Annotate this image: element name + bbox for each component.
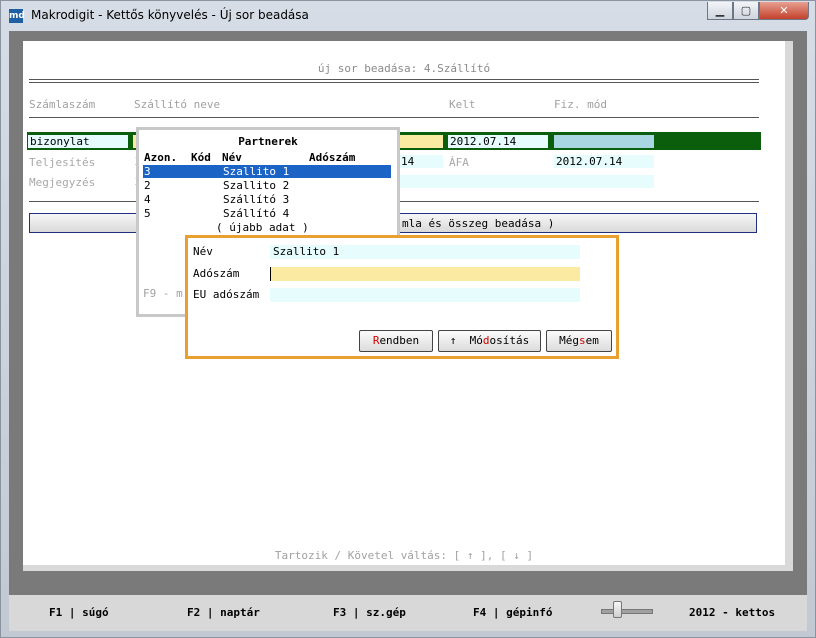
tetel-beadasa-label: mla és összeg beadása ) (402, 217, 555, 230)
afa-label: ÁFA (449, 156, 469, 169)
partner-azon: 3 (144, 165, 151, 178)
title-bar[interactable]: md Makrodigit - Kettős könyvelés - Új so… (1, 1, 815, 31)
divider (29, 79, 759, 80)
main-form: új sor beadása: 4.Szállító Számlaszám Sz… (23, 41, 793, 571)
app-icon: md (9, 9, 25, 23)
fiz-mod-field[interactable] (554, 135, 654, 148)
new-partner-item[interactable]: ( újabb adat ) (143, 221, 391, 234)
minimize-button[interactable]: ▁ (707, 2, 733, 20)
partner-nev: Szallito 2 (223, 179, 290, 192)
function-key-bar: F1 | súgó F2 | naptár F3 | sz.gép F4 | g… (9, 595, 807, 631)
col-nev: Név (222, 151, 242, 164)
new-partner-label: ( újabb adat ) (216, 221, 309, 234)
partner-nev: Szallito 1 (223, 165, 290, 178)
nev-input[interactable]: Szallito 1 (270, 245, 580, 259)
rendben-label: endben (379, 334, 420, 347)
divider (29, 117, 759, 118)
eu-adoszam-input[interactable] (270, 288, 580, 302)
partner-row[interactable]: 5 Szállító 4 (143, 207, 391, 220)
partner-azon: 5 (144, 207, 151, 220)
megsem-label-post: em (585, 334, 599, 347)
modositas-label-post: osítás (489, 334, 530, 347)
partners-title: Partnerek (238, 135, 298, 148)
window-title: Makrodigit - Kettős könyvelés - Új sor b… (31, 8, 309, 22)
footer-hint: Tartozik / Követel váltás: [ ↑ ], [ ↓ ] (274, 549, 534, 562)
partner-edit-dialog: Név Szallito 1 Adószám EU adószám Rendbe… (185, 235, 619, 359)
szamlaszam-field[interactable]: bizonylat (28, 135, 128, 148)
header-kelt: Kelt (449, 98, 476, 111)
close-button[interactable]: ✕ (759, 2, 809, 20)
megjegyzes-field[interactable] (399, 175, 654, 188)
client-area: új sor beadása: 4.Szállító Számlaszám Sz… (9, 31, 807, 595)
partner-row[interactable]: 3 Szallito 1 (142, 164, 392, 179)
adoszam-label: Adószám (193, 267, 240, 280)
modositas-button[interactable]: ↑ Módosítás (438, 330, 541, 352)
megsem-hotkey: s (579, 334, 586, 347)
partner-nev: Szállító 3 (223, 193, 290, 206)
header-szallito-neve: Szállító neve (134, 98, 221, 111)
kelt-field[interactable]: 2012.07.14 (448, 135, 548, 148)
partner-azon: 2 (144, 179, 151, 192)
afa-date-field[interactable]: 2012.07.14 (554, 155, 654, 168)
zoom-slider-thumb[interactable] (613, 601, 622, 618)
col-adoszam: Adószám (309, 151, 356, 164)
arrow-up-icon: ↑ (449, 334, 457, 347)
eu-adoszam-label: EU adószám (193, 288, 260, 301)
adoszam-input[interactable] (270, 267, 580, 281)
partner-row[interactable]: 4 Szállító 3 (143, 193, 391, 206)
f4-gepinfo-button[interactable]: F4 | gépinfó (473, 606, 552, 619)
app-window: md Makrodigit - Kettős könyvelés - Új so… (0, 0, 816, 638)
megsem-label-pre: Még (559, 334, 579, 347)
f1-sugo-button[interactable]: F1 | súgó (49, 606, 109, 619)
teljesites-label: Teljesítés (29, 156, 96, 169)
rendben-button[interactable]: Rendben (359, 330, 433, 352)
megjegyzes-label: Megjegyzés (29, 176, 96, 189)
nev-label: Név (193, 245, 213, 258)
header-szamlaszam: Számlaszám (29, 98, 96, 111)
maximize-button[interactable]: ▢ (733, 2, 759, 20)
teljesites-date-field[interactable]: 14 (399, 155, 443, 168)
status-label: 2012 - kettos (689, 606, 776, 619)
partners-hint-text: F9 - m (143, 287, 183, 300)
col-azon: Azon. (144, 151, 178, 164)
col-kod: Kód (191, 151, 211, 164)
header-fiz-mod: Fiz. mód (554, 98, 607, 111)
zoom-slider-track[interactable] (601, 609, 653, 614)
modositas-label-pre: Mó (469, 334, 483, 347)
f3-szgep-button[interactable]: F3 | sz.gép (333, 606, 406, 619)
screen-title: új sor beadása: 4.Szállító (317, 62, 491, 75)
modositas-hotkey: d (482, 334, 490, 347)
megsem-button[interactable]: Mégsem (546, 330, 612, 352)
partner-row[interactable]: 2 Szallito 2 (143, 179, 391, 192)
f2-naptar-button[interactable]: F2 | naptár (187, 606, 260, 619)
divider (29, 82, 759, 83)
partner-azon: 4 (144, 193, 151, 206)
partner-nev: Szállító 4 (223, 207, 290, 220)
